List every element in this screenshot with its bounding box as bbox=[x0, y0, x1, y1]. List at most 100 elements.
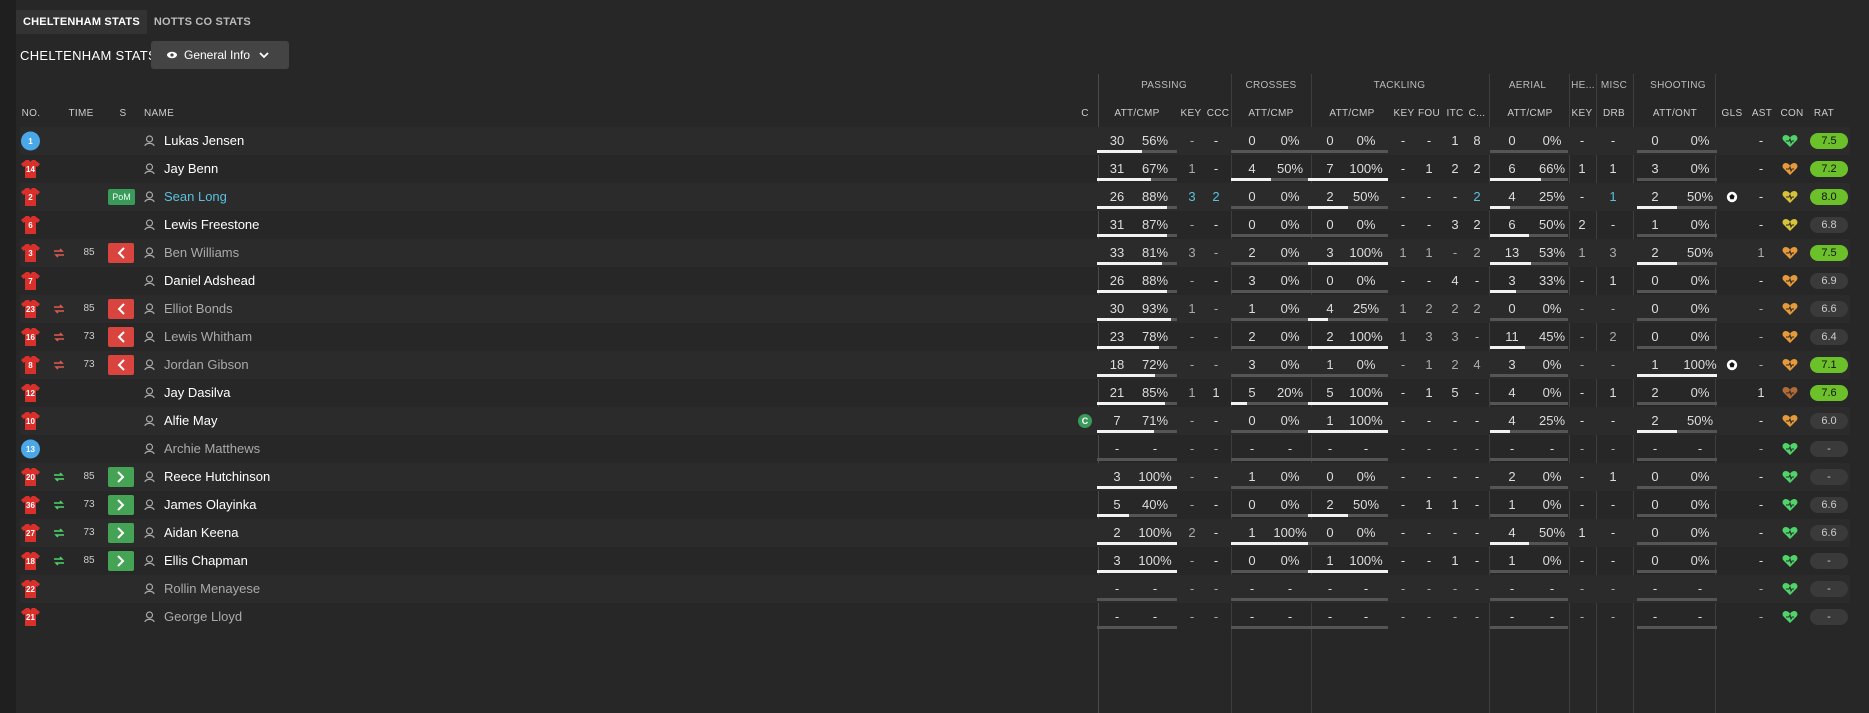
player-name[interactable]: Elliot Bonds bbox=[164, 295, 233, 323]
sub-out-button[interactable] bbox=[108, 355, 134, 375]
tab-notts-co-stats[interactable]: NOTTS CO STATS bbox=[147, 10, 258, 34]
pass-ccc: - bbox=[1213, 217, 1219, 232]
player-name[interactable]: Jay Benn bbox=[164, 155, 218, 183]
hdr-tack-c[interactable]: C... bbox=[1466, 108, 1488, 119]
player-row[interactable]: 27 73 Aidan Keena 2 100% 2-1 100% 0 0% - - - -4 50% 1-… bbox=[20, 519, 1850, 547]
player-row[interactable]: 16 73 Lewis Whitham 23 78% - -2 0% 2 100% 1 3 3-11 45… bbox=[20, 323, 1850, 351]
player-row[interactable]: 3 85 Ben Williams 33 81% 3-2 0% 3 100% 1 1-2 13 53% 1… bbox=[20, 239, 1850, 267]
hdr-tack-attcmp[interactable]: ATT/CMP bbox=[1327, 108, 1377, 119]
shirt-number-icon: 18 bbox=[20, 551, 41, 571]
hdr-time[interactable]: TIME bbox=[66, 108, 96, 119]
sub-in-button[interactable] bbox=[108, 523, 134, 543]
goal-ball-icon bbox=[1726, 191, 1738, 203]
aerial-bar-track bbox=[1490, 318, 1568, 321]
tab-cheltenham-stats[interactable]: CHELTENHAM STATS bbox=[16, 10, 147, 34]
player-row[interactable]: 23 85 Elliot Bonds 30 93% 1-1 0% 4 25% 1 2 2 2 0 0% - -0… bbox=[20, 295, 1850, 323]
pass-key: - bbox=[1189, 413, 1195, 428]
column-group-passing: PASSING bbox=[1141, 80, 1187, 91]
sub-time: 73 bbox=[83, 527, 95, 538]
player-name[interactable]: Lewis Freestone bbox=[164, 211, 259, 239]
hdr-ast[interactable]: AST bbox=[1751, 108, 1773, 119]
tackle-c: - bbox=[1474, 553, 1480, 568]
shot-bar bbox=[1637, 430, 1677, 433]
player-row[interactable]: 18 85 Ellis Chapman 3 100% - -0 0% 1 100% - -1-1 0% -… bbox=[20, 547, 1850, 575]
hdr-shoot-attont[interactable]: ATT/ONT bbox=[1650, 108, 1700, 119]
player-row[interactable]: 2 PoM Sean Long 26 88% 3 2 0 0% 2 50% - - -2 4 25% -1 2 50… bbox=[20, 183, 1850, 211]
sub-in-button[interactable] bbox=[108, 495, 134, 515]
player-row[interactable]: 22 Rollin Menayese - - - - - - - - - - - - - - - - - - - - bbox=[20, 575, 1850, 603]
sub-in-button[interactable] bbox=[108, 551, 134, 571]
interceptions: - bbox=[1452, 441, 1458, 456]
fouls: 1 bbox=[1425, 385, 1433, 400]
player-name[interactable]: Lukas Jensen bbox=[164, 127, 244, 155]
view-dropdown[interactable]: General Info bbox=[151, 41, 289, 69]
player-row[interactable]: 21 George Lloyd - - - - - - - - - - - - - - - - - - - - bbox=[20, 603, 1850, 631]
player-row[interactable]: 20 85 Reece Hutchinson 3 100% - -1 0% 0 0% - - - -2 0%… bbox=[20, 463, 1850, 491]
hdr-name[interactable]: NAME bbox=[144, 108, 184, 119]
dribbles: 1 bbox=[1609, 385, 1617, 400]
condition-heart-icon bbox=[1782, 387, 1798, 399]
hdr-con[interactable]: CON bbox=[1779, 108, 1805, 119]
hdr-s[interactable]: S bbox=[118, 108, 128, 119]
section-title: CHELTENHAM STATS bbox=[20, 48, 157, 63]
hdr-tack-key[interactable]: KEY bbox=[1393, 108, 1415, 119]
rating-badge: - bbox=[1810, 553, 1848, 569]
player-row[interactable]: 7 Daniel Adshead 26 88% - -3 0% 0 0% - -4-3 33% -1 0 0… bbox=[20, 267, 1850, 295]
tackle-bar bbox=[1308, 178, 1388, 181]
hdr-tack-fou[interactable]: FOU bbox=[1418, 108, 1440, 119]
player-row[interactable]: 1 Lukas Jensen 30 56% - -0 0% 0 0% - -1 8 0 0% - -0 0% -7… bbox=[20, 127, 1850, 155]
chevron-right-icon bbox=[117, 471, 125, 483]
sub-out-button[interactable] bbox=[108, 243, 134, 263]
interceptions: - bbox=[1452, 525, 1458, 540]
hdr-aer-attcmp[interactable]: ATT/CMP bbox=[1505, 108, 1555, 119]
pass-ccc: - bbox=[1213, 497, 1219, 512]
player-name[interactable]: James Olayinka bbox=[164, 491, 256, 519]
player-name[interactable]: Alfie May bbox=[164, 407, 217, 435]
tackle-c: - bbox=[1474, 525, 1480, 540]
player-row[interactable]: 13 Archie Matthews - - - - - - - - - - - - - - - - - - - - bbox=[20, 435, 1850, 463]
player-name[interactable]: Aidan Keena bbox=[164, 519, 238, 547]
player-name[interactable]: Jay Dasilva bbox=[164, 379, 230, 407]
sub-in-button[interactable] bbox=[108, 467, 134, 487]
player-name[interactable]: Reece Hutchinson bbox=[164, 463, 270, 491]
player-name[interactable]: Archie Matthews bbox=[164, 435, 260, 463]
assists: - bbox=[1758, 609, 1764, 624]
tackle-key: - bbox=[1400, 469, 1406, 484]
shot-bar bbox=[1637, 206, 1677, 209]
hdr-no[interactable]: NO. bbox=[20, 108, 42, 119]
hdr-rat[interactable]: RAT bbox=[1812, 108, 1836, 119]
player-row[interactable]: 8 73 Jordan Gibson 18 72% - -3 0% 1 0% -1 2 4 3 0% - -1 1… bbox=[20, 351, 1850, 379]
hdr-pass-attcmp[interactable]: ATT/CMP bbox=[1112, 108, 1162, 119]
hdr-tack-itc[interactable]: ITC bbox=[1444, 108, 1466, 119]
hdr-pass-key[interactable]: KEY bbox=[1180, 108, 1202, 119]
aerial-bar-track bbox=[1490, 374, 1568, 377]
player-row[interactable]: 10 Alfie May C 7 71% - -0 0% 1 100% - - - -4 25% - -2 50%… bbox=[20, 407, 1850, 435]
player-name[interactable]: Ben Williams bbox=[164, 239, 239, 267]
hdr-gls[interactable]: GLS bbox=[1721, 108, 1743, 119]
hdr-cross-attcmp[interactable]: ATT/CMP bbox=[1246, 108, 1296, 119]
player-row[interactable]: 12 Jay Dasilva 21 85% 1 1 5 20% 5 100% -1 5-4 0% -1 2 0… bbox=[20, 379, 1850, 407]
hdr-misc-drb[interactable]: DRB bbox=[1603, 108, 1625, 119]
hdr-c[interactable]: C bbox=[1080, 108, 1090, 119]
player-name[interactable]: Rollin Menayese bbox=[164, 575, 260, 603]
sub-out-button[interactable] bbox=[108, 327, 134, 347]
pass-ccc: - bbox=[1213, 441, 1219, 456]
rating-badge: 6.4 bbox=[1810, 329, 1848, 345]
player-name[interactable]: Ellis Chapman bbox=[164, 547, 248, 575]
player-name[interactable]: Daniel Adshead bbox=[164, 267, 255, 295]
player-name[interactable]: Jordan Gibson bbox=[164, 351, 249, 379]
assists: - bbox=[1758, 301, 1764, 316]
player-name[interactable]: Sean Long bbox=[164, 183, 227, 211]
shot-bar bbox=[1637, 262, 1677, 265]
hdr-pass-ccc[interactable]: CCC bbox=[1204, 108, 1232, 119]
sub-out-button[interactable] bbox=[108, 299, 134, 319]
player-row[interactable]: 6 Lewis Freestone 31 87% - -0 0% 0 0% - -3 2 6 50% 2-1… bbox=[20, 211, 1850, 239]
shot-bar-track bbox=[1637, 346, 1717, 349]
tackle-key: - bbox=[1400, 385, 1406, 400]
player-name[interactable]: George Lloyd bbox=[164, 603, 242, 631]
tackle-c: - bbox=[1474, 329, 1480, 344]
player-row[interactable]: 14 Jay Benn 31 67% 1-4 50% 7 100% -1 2 2 6 66% 1 1 3 0% -… bbox=[20, 155, 1850, 183]
hdr-he-key[interactable]: KEY bbox=[1571, 108, 1593, 119]
player-name[interactable]: Lewis Whitham bbox=[164, 323, 252, 351]
player-row[interactable]: 36 73 James Olayinka 5 40% - -0 0% 2 50% -1 1-1 0% - -… bbox=[20, 491, 1850, 519]
